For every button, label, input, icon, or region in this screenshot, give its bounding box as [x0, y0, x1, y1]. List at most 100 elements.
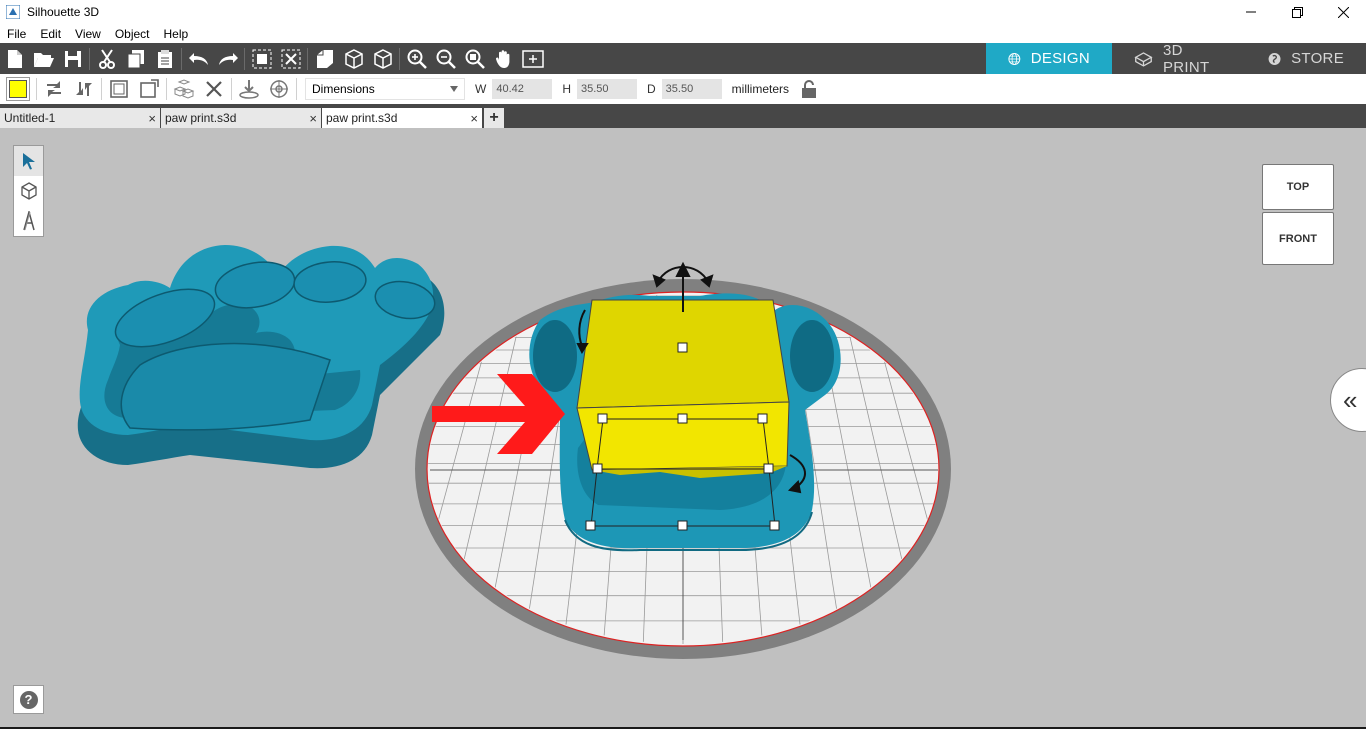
menu-help[interactable]: Help	[157, 27, 196, 41]
tab-close-icon[interactable]: ×	[470, 111, 478, 126]
undo-button[interactable]	[184, 44, 213, 73]
text-a-icon	[22, 211, 35, 231]
pan-button[interactable]	[489, 44, 518, 73]
globe-icon	[1008, 52, 1021, 65]
handle-mid-right	[757, 413, 768, 424]
cube-alt-button[interactable]	[368, 44, 397, 73]
paw-print-model-left[interactable]	[77, 245, 445, 469]
group-icon	[252, 49, 271, 68]
tab-paw-print-active[interactable]: paw print.s3d ×	[322, 108, 483, 128]
frame-button[interactable]	[518, 44, 547, 73]
fill-color-swatch[interactable]	[6, 77, 30, 101]
view-cube-front[interactable]: FRONT	[1262, 212, 1334, 265]
open-folder-icon	[33, 52, 54, 67]
height-label: H	[562, 82, 571, 96]
selected-cube[interactable]	[576, 299, 790, 478]
design-mode-button[interactable]: DESIGN	[986, 43, 1112, 74]
close-window-button[interactable]	[1320, 0, 1366, 24]
boolean-button[interactable]	[310, 44, 339, 73]
3d-viewport[interactable]: TOP FRONT « ?	[0, 128, 1366, 729]
menu-object[interactable]: Object	[108, 27, 157, 41]
minimize-button[interactable]	[1228, 0, 1274, 24]
restore-icon	[1291, 6, 1303, 18]
handle-bottom-center	[677, 520, 688, 531]
grid-line	[995, 290, 1163, 650]
grid-line	[1021, 290, 1203, 650]
delete-x-icon	[206, 81, 222, 97]
print-mode-button[interactable]: 3D PRINT	[1112, 41, 1246, 76]
height-input[interactable]	[577, 79, 637, 99]
distribute-button[interactable]	[134, 75, 164, 103]
tab-close-icon[interactable]: ×	[309, 111, 317, 126]
redo-button[interactable]	[213, 44, 242, 73]
menu-bar: File Edit View Object Help	[0, 24, 1366, 43]
view-cube-top[interactable]: TOP	[1262, 164, 1334, 210]
mode-tabs: DESIGN 3D PRINT STORE	[986, 41, 1366, 76]
flip-vertical-button[interactable]	[69, 75, 99, 103]
combine-button[interactable]	[169, 75, 199, 103]
new-file-icon	[7, 49, 22, 68]
handle-bottom-right	[769, 520, 780, 531]
group-button[interactable]	[247, 44, 276, 73]
cursor-arrow-icon	[22, 153, 35, 170]
text-tool-button[interactable]	[14, 206, 43, 236]
copy-button[interactable]	[121, 44, 150, 73]
handle-bottom-left	[585, 520, 596, 531]
cut-icon	[98, 48, 115, 69]
menu-view[interactable]: View	[68, 27, 108, 41]
view-cube[interactable]: TOP FRONT	[1261, 164, 1335, 266]
tab-close-icon[interactable]: ×	[148, 111, 156, 126]
propbar-separator	[36, 78, 37, 100]
zoom-in-button[interactable]	[402, 44, 431, 73]
left-tool-palette	[13, 145, 44, 237]
center-button[interactable]	[264, 75, 294, 103]
redo-icon	[218, 52, 238, 65]
dimensions-dropdown[interactable]: Dimensions	[305, 78, 465, 100]
frame-icon	[521, 49, 544, 68]
width-input[interactable]	[492, 79, 553, 99]
zoom-in-icon	[407, 49, 427, 69]
save-icon	[64, 50, 81, 67]
cut-button[interactable]	[92, 44, 121, 73]
fill-color-preview	[9, 80, 27, 98]
tab-paw-print[interactable]: paw print.s3d ×	[161, 108, 322, 128]
zoom-fit-button[interactable]	[460, 44, 489, 73]
menu-edit[interactable]: Edit	[33, 27, 68, 41]
window-controls	[1228, 0, 1366, 24]
paste-button[interactable]	[150, 44, 179, 73]
undo-icon	[188, 52, 208, 65]
select-tool-button[interactable]	[14, 146, 43, 176]
cube-view-button[interactable]	[339, 44, 368, 73]
ungroup-icon	[281, 49, 300, 68]
flip-vertical-icon	[76, 82, 92, 96]
boolean-icon	[316, 49, 333, 68]
help-button-label: ?	[24, 692, 33, 707]
save-button[interactable]	[58, 44, 87, 73]
drop-to-floor-icon	[239, 80, 259, 99]
scene-canvas[interactable]	[0, 128, 1366, 729]
zoom-out-button[interactable]	[431, 44, 460, 73]
align-button[interactable]	[104, 75, 134, 103]
print-mode-label: 3D PRINT	[1162, 41, 1210, 76]
dropdown-arrow-icon	[450, 86, 458, 92]
add-tab-button[interactable]: +	[484, 108, 504, 128]
help-button[interactable]: ?	[13, 685, 44, 714]
restore-button[interactable]	[1274, 0, 1320, 24]
ungroup-button[interactable]	[276, 44, 305, 73]
handle-low-left	[592, 463, 603, 474]
depth-input[interactable]	[661, 79, 722, 99]
tab-untitled-1[interactable]: Untitled-1 ×	[0, 108, 161, 128]
shape-tool-button[interactable]	[14, 176, 43, 206]
toolbar-separator	[89, 47, 90, 70]
lock-icon[interactable]	[801, 80, 817, 98]
new-file-button[interactable]	[0, 44, 29, 73]
width-label: W	[475, 82, 487, 96]
drop-to-floor-button[interactable]	[234, 75, 264, 103]
delete-button[interactable]	[199, 75, 229, 103]
menu-file[interactable]: File	[0, 27, 33, 41]
open-button[interactable]	[29, 44, 58, 73]
store-mode-button[interactable]: STORE	[1246, 43, 1366, 74]
grid-line	[969, 290, 1123, 650]
flip-horizontal-button[interactable]	[39, 75, 69, 103]
align-icon	[110, 80, 128, 98]
